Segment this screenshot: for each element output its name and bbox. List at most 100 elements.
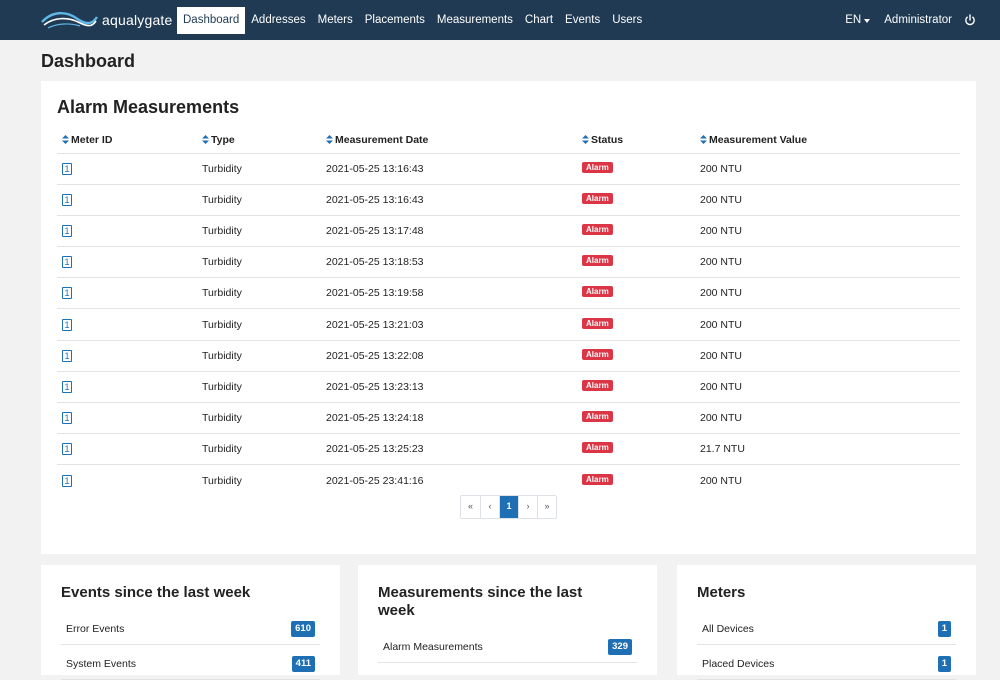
value-cell: 200 NTU bbox=[695, 464, 960, 497]
col-label: Measurement Date bbox=[335, 133, 429, 146]
type-cell: Turbidity bbox=[197, 401, 321, 434]
value-cell: 200 NTU bbox=[695, 214, 960, 247]
status-cell: Alarm bbox=[577, 277, 695, 309]
type-cell: Turbidity bbox=[197, 464, 321, 497]
alarm-measurements-card: Alarm Measurements Meter ID Type Measure… bbox=[41, 81, 976, 554]
power-icon[interactable] bbox=[964, 14, 976, 26]
events-card: Events since the last week Error Events … bbox=[41, 565, 340, 680]
meter-id-cell: 1 bbox=[57, 277, 197, 309]
meter-id-link[interactable]: 1 bbox=[62, 412, 72, 425]
list-item-all-devices[interactable]: All Devices 1 bbox=[697, 613, 956, 645]
status-badge: Alarm bbox=[582, 473, 613, 485]
meter-id-link[interactable]: 1 bbox=[62, 474, 72, 487]
nav-placements[interactable]: Placements bbox=[359, 7, 431, 34]
nav-events[interactable]: Events bbox=[559, 7, 606, 34]
list-item-label: System Events bbox=[66, 657, 137, 670]
events-card-title: Events since the last week bbox=[61, 584, 251, 601]
status-badge: Alarm bbox=[582, 255, 613, 267]
page-1-button[interactable]: 1 bbox=[499, 496, 518, 518]
table-row: 1 Turbidity 2021-05-25 13:18:53 Alarm 200 NT… bbox=[57, 246, 960, 278]
list-item-error-events[interactable]: Error Events 610 bbox=[61, 613, 320, 645]
sort-icon bbox=[326, 134, 333, 144]
meter-id-cell: 1 bbox=[57, 339, 197, 372]
nav-addresses[interactable]: Addresses bbox=[245, 7, 311, 34]
status-cell: Alarm bbox=[577, 401, 695, 434]
meters-card-title: Meters bbox=[697, 584, 746, 601]
nav-right: EN Administrator bbox=[845, 0, 976, 40]
count-badge: 411 bbox=[291, 655, 315, 672]
status-cell: Alarm bbox=[577, 339, 695, 372]
col-status[interactable]: Status bbox=[577, 127, 695, 153]
status-badge: Alarm bbox=[582, 442, 613, 454]
page-last-button[interactable]: » bbox=[537, 496, 556, 518]
meter-id-link[interactable]: 1 bbox=[62, 224, 72, 237]
meter-id-link[interactable]: 1 bbox=[62, 193, 72, 206]
meter-id-link[interactable]: 1 bbox=[62, 287, 72, 300]
meter-id-cell: 1 bbox=[57, 183, 197, 216]
type-cell: Turbidity bbox=[197, 152, 321, 185]
table-header-row: Meter ID Type Measurement Date Status Me… bbox=[57, 127, 960, 153]
wave-logo-icon bbox=[41, 12, 98, 29]
top-navbar: aqualygate Dashboard Addresses Meters Pl… bbox=[0, 0, 1000, 40]
language-dropdown[interactable]: EN bbox=[845, 14, 871, 26]
meter-id-link[interactable]: 1 bbox=[62, 443, 72, 456]
value-cell: 200 NTU bbox=[695, 277, 960, 309]
caret-down-icon bbox=[864, 18, 871, 23]
language-label: EN bbox=[845, 14, 862, 26]
table-row: 1 Turbidity 2021-05-25 13:16:43 Alarm 200 NT… bbox=[57, 152, 960, 185]
measurements-card: Measurements since the last week Alarm M… bbox=[358, 565, 657, 675]
col-type[interactable]: Type bbox=[197, 127, 321, 153]
date-cell: 2021-05-25 13:24:18 bbox=[321, 401, 577, 434]
list-item-placed-devices[interactable]: Placed Devices 1 bbox=[697, 648, 956, 680]
meter-id-cell: 1 bbox=[57, 464, 197, 497]
meter-id-link[interactable]: 1 bbox=[62, 380, 72, 393]
meter-id-link[interactable]: 1 bbox=[62, 162, 72, 175]
col-meter-id[interactable]: Meter ID bbox=[57, 127, 197, 153]
status-badge: Alarm bbox=[582, 348, 613, 360]
table-row: 1 Turbidity 2021-05-25 23:41:16 Alarm 200 NT… bbox=[57, 464, 960, 497]
sort-icon bbox=[582, 134, 589, 144]
type-cell: Turbidity bbox=[197, 308, 321, 341]
count-badge: 329 bbox=[608, 638, 632, 655]
user-menu[interactable]: Administrator bbox=[884, 14, 952, 26]
type-cell: Turbidity bbox=[197, 370, 321, 403]
meter-id-link[interactable]: 1 bbox=[62, 349, 72, 362]
brand-logo[interactable]: aqualygate bbox=[40, 0, 174, 40]
value-cell: 200 NTU bbox=[695, 308, 960, 341]
list-item-system-events[interactable]: System Events 411 bbox=[61, 648, 320, 680]
page-first-button[interactable]: « bbox=[461, 496, 480, 518]
meter-id-link[interactable]: 1 bbox=[62, 256, 72, 269]
status-cell: Alarm bbox=[577, 214, 695, 247]
status-badge: Alarm bbox=[582, 379, 613, 391]
meter-id-cell: 1 bbox=[57, 152, 197, 185]
meter-id-cell: 1 bbox=[57, 401, 197, 434]
page-title: Dashboard bbox=[41, 51, 136, 71]
status-cell: Alarm bbox=[577, 464, 695, 497]
page-prev-button[interactable]: ‹ bbox=[480, 496, 499, 518]
table-row: 1 Turbidity 2021-05-25 13:22:08 Alarm 200 NT… bbox=[57, 339, 960, 372]
nav-chart[interactable]: Chart bbox=[519, 7, 559, 34]
col-measurement-value[interactable]: Measurement Value bbox=[695, 127, 960, 153]
value-cell: 21.7 NTU bbox=[695, 433, 960, 465]
nav-users[interactable]: Users bbox=[606, 7, 648, 34]
nav-meters[interactable]: Meters bbox=[312, 7, 359, 34]
nav-measurements[interactable]: Measurements bbox=[431, 7, 519, 34]
status-cell: Alarm bbox=[577, 183, 695, 216]
date-cell: 2021-05-25 13:23:13 bbox=[321, 370, 577, 403]
col-label: Status bbox=[591, 133, 624, 146]
list-item-label: All Devices bbox=[702, 622, 754, 635]
status-cell: Alarm bbox=[577, 246, 695, 278]
list-item-alarm-measurements[interactable]: Alarm Measurements 329 bbox=[378, 631, 637, 663]
type-cell: Turbidity bbox=[197, 433, 321, 465]
col-measurement-date[interactable]: Measurement Date bbox=[321, 127, 577, 153]
page-next-button[interactable]: › bbox=[518, 496, 537, 518]
list-item-label: Error Events bbox=[66, 622, 125, 635]
status-cell: Alarm bbox=[577, 433, 695, 465]
meters-card: Meters All Devices 1 Placed Devices 1 bbox=[677, 565, 976, 680]
value-cell: 200 NTU bbox=[695, 370, 960, 403]
meter-id-link[interactable]: 1 bbox=[62, 318, 72, 331]
table-row: 1 Turbidity 2021-05-25 13:17:48 Alarm 200 NT… bbox=[57, 214, 960, 247]
table-row: 1 Turbidity 2021-05-25 13:25:23 Alarm 21.7 N… bbox=[57, 433, 960, 465]
nav-dashboard[interactable]: Dashboard bbox=[177, 6, 246, 34]
type-cell: Turbidity bbox=[197, 214, 321, 247]
